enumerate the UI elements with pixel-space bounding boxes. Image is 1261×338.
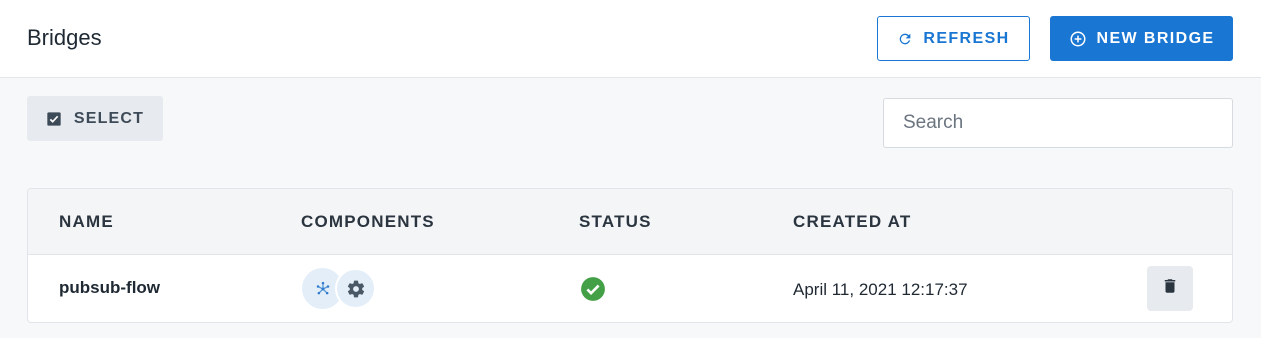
checkbox-icon [46,111,62,127]
refresh-icon [897,31,913,47]
delete-button[interactable] [1147,266,1193,311]
column-header-name[interactable]: NAME [59,212,114,232]
page-header: Bridges REFRESH NEW BRIDGE [0,0,1261,78]
refresh-button-label: REFRESH [923,29,1010,47]
created-at: April 11, 2021 12:17:37 [793,280,968,299]
new-bridge-button-label: NEW BRIDGE [1096,29,1215,47]
trash-icon [1161,276,1179,301]
new-bridge-button[interactable]: NEW BRIDGE [1050,16,1233,61]
table-header: NAME COMPONENTS STATUS CREATED AT [28,189,1232,255]
column-header-status[interactable]: STATUS [579,212,652,232]
gear-icon[interactable] [335,268,376,309]
success-check-icon [580,276,606,307]
refresh-button[interactable]: REFRESH [877,16,1030,61]
column-header-created-at[interactable]: CREATED AT [793,212,911,232]
page-title: Bridges [27,25,102,50]
bridge-name[interactable]: pubsub-flow [59,278,160,298]
search-input[interactable] [883,98,1233,148]
select-button[interactable]: SELECT [27,96,163,141]
column-header-components[interactable]: COMPONENTS [301,212,435,232]
add-circle-icon [1069,30,1087,48]
bridges-table: NAME COMPONENTS STATUS CREATED AT pubsub… [27,188,1233,323]
select-button-label: SELECT [73,109,145,127]
